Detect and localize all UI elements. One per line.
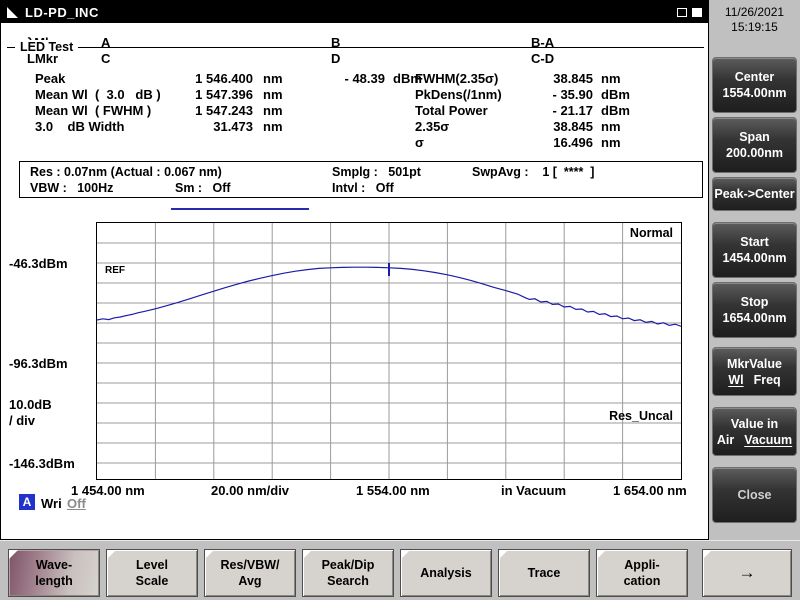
mean-3db-unit: nm [263, 87, 283, 102]
clock: 11/26/2021 15:19:15 [709, 5, 800, 35]
smoothing-setting: Sm : Off [175, 181, 231, 195]
peak-wavelength-value: 1 546.400 [159, 71, 253, 86]
menu-more-arrow-button[interactable]: → [702, 549, 792, 597]
titlebar: LD-PD_INC [1, 1, 708, 23]
y-axis-top-label: -46.3dBm [9, 256, 68, 271]
peak-label: Peak [35, 71, 65, 86]
fwhm-sigma-value: 38.845 [517, 71, 593, 86]
menu-wavelength-button[interactable]: Wave- length [8, 549, 100, 597]
time-label: 15:19:15 [709, 20, 800, 35]
menu-analysis-button[interactable]: Analysis [400, 549, 492, 597]
marker-c-label: C [101, 51, 110, 66]
fwhm-sigma-label: FWHM(2.35σ) [415, 71, 498, 86]
pkdens-label: PkDens(/1nm) [415, 87, 502, 102]
sweep-mode-label: Normal [630, 226, 673, 240]
spectrum-plot [97, 223, 681, 479]
window-title: LD-PD_INC [25, 5, 99, 20]
width-3db-label: 3.0 dB Width [35, 119, 124, 134]
maximize-window-icon[interactable] [692, 8, 702, 17]
softkey-start[interactable]: Start 1454.00nm [712, 222, 797, 278]
menu-level-scale-button[interactable]: Level Scale [106, 549, 198, 597]
mean-3db-value: 1 547.396 [159, 87, 253, 102]
restore-window-icon[interactable] [677, 8, 687, 17]
ref-level-label: REF [105, 265, 125, 276]
width-3db-unit: nm [263, 119, 283, 134]
two35sigma-label: 2.35σ [415, 119, 449, 134]
marker-d-label: D [331, 51, 340, 66]
softkey-span[interactable]: Span 200.00nm [712, 117, 797, 173]
function-menu-bar: Wave- length Level Scale Res/VBW/ Avg Pe… [0, 540, 800, 600]
softkey-center[interactable]: Center 1554.00nm [712, 57, 797, 113]
chart-gridlines [97, 223, 681, 479]
value-in-vacuum-option[interactable]: Vacuum [744, 432, 792, 448]
x-axis-stop-label: 1 654.00 nm [613, 483, 687, 498]
vbw-setting: VBW : 100Hz [30, 181, 113, 195]
total-power-value: - 21.17 [517, 103, 593, 118]
led-test-title: LED Test [15, 40, 78, 54]
trace-write-mode-label: Wri [41, 496, 62, 511]
menu-application-button[interactable]: Appli- cation [596, 549, 688, 597]
sigma-value: 16.496 [517, 135, 593, 150]
acquisition-settings-box: Res : 0.07nm (Actual : 0.067 nm) Smplg :… [19, 161, 703, 198]
right-arrow-icon: → [739, 565, 756, 581]
interval-setting: Intvl : Off [332, 181, 394, 195]
sampling-setting: Smplg : 501pt [332, 165, 421, 179]
mean-fwhm-unit: nm [263, 103, 283, 118]
mkr-value-wl-option[interactable]: Wl [728, 372, 743, 388]
y-scale-per-div-label: 10.0dB [9, 397, 52, 412]
mkr-value-freq-option[interactable]: Freq [754, 372, 781, 388]
total-power-label: Total Power [415, 103, 488, 118]
date-label: 11/26/2021 [709, 5, 800, 20]
sigma-unit: nm [601, 135, 621, 150]
menu-res-vbw-avg-button[interactable]: Res/VBW/ Avg [204, 549, 296, 597]
y-axis-bottom-label: -146.3dBm [9, 456, 75, 471]
softkey-value-in[interactable]: Value in Air Vacuum [712, 407, 797, 456]
mean-fwhm-label: Mean Wl ( FWHM ) [35, 103, 151, 118]
x-scale-per-div-label: 20.00 nm/div [211, 483, 289, 498]
mean-fwhm-value: 1 547.243 [159, 103, 253, 118]
total-power-unit: dBm [601, 103, 630, 118]
softkey-close[interactable]: Close [712, 467, 797, 523]
sweep-average-setting: SwpAvg : 1 [ **** ] [472, 165, 594, 179]
trace-off-label: Off [67, 496, 86, 511]
trace-accent-line [171, 208, 309, 210]
width-3db-value: 31.473 [159, 119, 253, 134]
softkey-stop[interactable]: Stop 1654.00nm [712, 282, 797, 338]
softkey-peak-to-center[interactable]: Peak->Center [712, 177, 797, 211]
sigma-label: σ [415, 135, 424, 150]
y-axis-mid-label: -96.3dBm [9, 356, 68, 371]
peak-wavelength-unit: nm [263, 71, 283, 86]
sidebar: 11/26/2021 15:19:15 Center 1554.00nm Spa… [709, 0, 800, 600]
peak-level-value: - 48.39 [317, 71, 385, 86]
resolution-setting: Res : 0.07nm (Actual : 0.067 nm) [30, 165, 222, 179]
app-icon [7, 7, 18, 18]
wavelength-medium-label: in Vacuum [501, 483, 566, 498]
mean-3db-label: Mean Wl ( 3.0 dB ) [35, 87, 161, 102]
menu-peak-dip-search-button[interactable]: Peak/Dip Search [302, 549, 394, 597]
menu-trace-button[interactable]: Trace [498, 549, 590, 597]
pkdens-unit: dBm [601, 87, 630, 102]
two35sigma-unit: nm [601, 119, 621, 134]
spectrum-chart: Normal REF Res_Uncal [96, 222, 682, 480]
value-in-air-option[interactable]: Air [717, 432, 734, 448]
fwhm-sigma-unit: nm [601, 71, 621, 86]
main-panel: LD-PD_INC λMkr A B B-A LMkr C D C-D LED … [0, 0, 709, 540]
trace-a-badge[interactable]: A [19, 494, 35, 510]
marker-cd-label: C-D [531, 51, 554, 66]
res-uncal-label: Res_Uncal [609, 409, 673, 423]
y-scale-per-div-label2: / div [9, 413, 35, 428]
two35sigma-value: 38.845 [517, 119, 593, 134]
pkdens-value: - 35.90 [517, 87, 593, 102]
led-test-separator [7, 47, 704, 48]
x-axis-center-label: 1 554.00 nm [356, 483, 430, 498]
softkey-mkr-value[interactable]: MkrValue Wl Freq [712, 347, 797, 396]
